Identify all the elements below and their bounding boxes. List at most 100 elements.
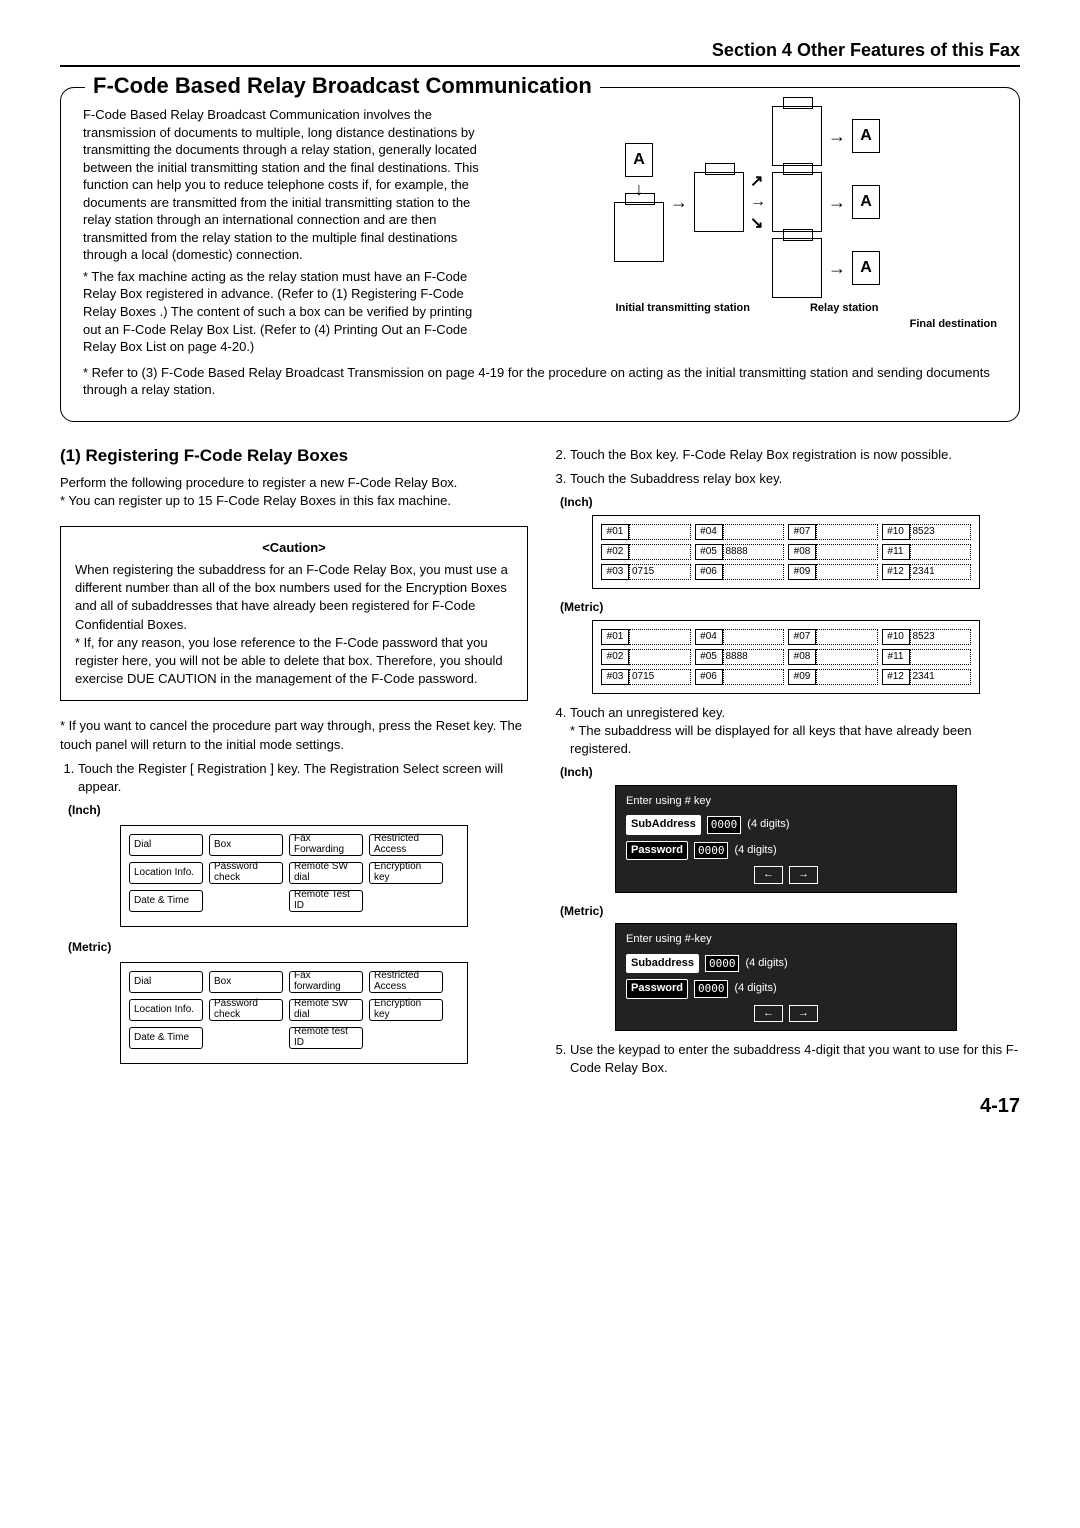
box-val xyxy=(816,629,878,645)
variant-label-metric: (Metric) xyxy=(560,903,1020,920)
password-field[interactable]: 0000 xyxy=(694,980,729,997)
box-key-01[interactable]: #01 xyxy=(601,524,629,540)
relay-diagram: A ↓ → ↗ → ↘ →A →A →A xyxy=(497,106,997,356)
arrow-right-icon: → xyxy=(670,192,688,213)
box-key-02[interactable]: #02 xyxy=(601,649,629,665)
box-val xyxy=(723,669,785,685)
subaddress-field[interactable]: 0000 xyxy=(707,816,742,833)
subaddress-field[interactable]: 0000 xyxy=(705,955,740,972)
box-key-08[interactable]: #08 xyxy=(788,649,816,665)
box-key-09[interactable]: #09 xyxy=(788,669,816,685)
note: * You can register up to 15 F-Code Relay… xyxy=(60,492,528,510)
box-val xyxy=(816,524,878,540)
box-val xyxy=(816,669,878,685)
box-button[interactable]: Box xyxy=(209,834,283,856)
box-key-04[interactable]: #04 xyxy=(695,524,723,540)
box-key-10[interactable]: #10 xyxy=(882,524,910,540)
arrow-right-icon: → xyxy=(828,126,846,147)
remote-test-id-button[interactable]: Remote Test ID xyxy=(289,890,363,912)
box-key-10[interactable]: #10 xyxy=(882,629,910,645)
diagram-label-initial: Initial transmitting station xyxy=(616,302,750,314)
step-2: Touch the Box key. F-Code Relay Box regi… xyxy=(570,446,1020,464)
document-icon: A xyxy=(852,251,880,285)
dial-button[interactable]: Dial xyxy=(129,971,203,993)
box-val xyxy=(910,649,972,665)
box-key-03[interactable]: #03 xyxy=(601,669,629,685)
box-val xyxy=(816,649,878,665)
date-time-button[interactable]: Date & Time xyxy=(129,1027,203,1049)
step-5: Use the keypad to enter the subaddress 4… xyxy=(570,1041,1020,1077)
step-3: Touch the Subaddress relay box key. xyxy=(570,470,1020,488)
document-icon: A xyxy=(625,143,653,177)
box-key-05[interactable]: #05 xyxy=(695,649,723,665)
box-key-12[interactable]: #12 xyxy=(882,669,910,685)
box-key-11[interactable]: #11 xyxy=(882,649,910,665)
box-key-09[interactable]: #09 xyxy=(788,564,816,580)
dial-button[interactable]: Dial xyxy=(129,834,203,856)
right-column: Touch the Box key. F-Code Relay Box regi… xyxy=(552,440,1020,1084)
hint-text: (4 digits) xyxy=(734,981,776,996)
box-key-11[interactable]: #11 xyxy=(882,544,910,560)
password-check-button[interactable]: Password check xyxy=(209,999,283,1021)
registration-screen-inch: Dial Box Fax Forwarding Restricted Acces… xyxy=(120,825,468,927)
remote-test-id-button[interactable]: Remote test ID xyxy=(289,1027,363,1049)
box-val: 8523 xyxy=(910,629,972,645)
remote-sw-dial-button[interactable]: Remote SW dial xyxy=(289,862,363,884)
fax-machine-icon xyxy=(614,202,664,262)
box-val: 8523 xyxy=(910,524,972,540)
password-field[interactable]: 0000 xyxy=(694,842,729,859)
section-header: Section 4 Other Features of this Fax xyxy=(60,40,1020,67)
variant-label-inch: (Inch) xyxy=(560,494,1020,511)
box-val xyxy=(629,629,691,645)
restricted-access-button[interactable]: Restricted Access xyxy=(369,971,443,993)
entry-title: Enter using #-key xyxy=(626,932,946,947)
steps-list: Touch an unregistered key. * The subaddr… xyxy=(552,704,1020,759)
box-key-02[interactable]: #02 xyxy=(601,544,629,560)
box-key-08[interactable]: #08 xyxy=(788,544,816,560)
arrow-right-icon: → xyxy=(828,192,846,213)
location-info-button[interactable]: Location Info. xyxy=(129,999,203,1021)
prev-button[interactable]: ← xyxy=(754,1005,783,1022)
remote-sw-dial-button[interactable]: Remote SW dial xyxy=(289,999,363,1021)
subaddress-entry-panel-metric: Enter using #-key Subaddress 0000 (4 dig… xyxy=(615,923,957,1031)
restricted-access-button[interactable]: Restricted Access xyxy=(369,834,443,856)
caution-title: <Caution> xyxy=(75,539,513,557)
steps-list: Touch the Box key. F-Code Relay Box regi… xyxy=(552,446,1020,488)
encryption-key-button[interactable]: Encryption key xyxy=(369,862,443,884)
fax-forwarding-button[interactable]: Fax Forwarding xyxy=(289,834,363,856)
encryption-key-button[interactable]: Encryption key xyxy=(369,999,443,1021)
next-button[interactable]: → xyxy=(789,1005,818,1022)
box-key-06[interactable]: #06 xyxy=(695,564,723,580)
intro-bullet-2: * Refer to (3) F-Code Based Relay Broadc… xyxy=(83,364,997,399)
box-val xyxy=(816,544,878,560)
arrow-fan-icon: ↗ xyxy=(750,171,766,191)
box-key-01[interactable]: #01 xyxy=(601,629,629,645)
password-check-button[interactable]: Password check xyxy=(209,862,283,884)
prev-button[interactable]: ← xyxy=(754,866,783,883)
location-info-button[interactable]: Location Info. xyxy=(129,862,203,884)
variant-label-metric: (Metric) xyxy=(68,939,528,956)
variant-label-metric: (Metric) xyxy=(560,599,1020,616)
box-key-03[interactable]: #03 xyxy=(601,564,629,580)
blank xyxy=(209,1027,283,1049)
box-key-05[interactable]: #05 xyxy=(695,544,723,560)
next-button[interactable]: → xyxy=(789,866,818,883)
blank xyxy=(369,1027,443,1049)
box-val xyxy=(629,649,691,665)
box-key-07[interactable]: #07 xyxy=(788,524,816,540)
box-val xyxy=(723,564,785,580)
box-key-12[interactable]: #12 xyxy=(882,564,910,580)
box-key-07[interactable]: #07 xyxy=(788,629,816,645)
arrow-fan-icon: ↘ xyxy=(750,213,766,233)
variant-label-inch: (Inch) xyxy=(560,764,1020,781)
box-key-06[interactable]: #06 xyxy=(695,669,723,685)
password-label: Password xyxy=(626,979,688,998)
box-button[interactable]: Box xyxy=(209,971,283,993)
box-key-04[interactable]: #04 xyxy=(695,629,723,645)
fax-forwarding-button[interactable]: Fax forwarding xyxy=(289,971,363,993)
diagram-label-relay: Relay station xyxy=(810,302,878,314)
box-val xyxy=(723,629,785,645)
date-time-button[interactable]: Date & Time xyxy=(129,890,203,912)
relay-box-panel-inch: #01 #04 #07 #108523 #02 #058888 #08 #11 … xyxy=(592,515,980,589)
subsection-heading: (1) Registering F-Code Relay Boxes xyxy=(60,444,528,468)
